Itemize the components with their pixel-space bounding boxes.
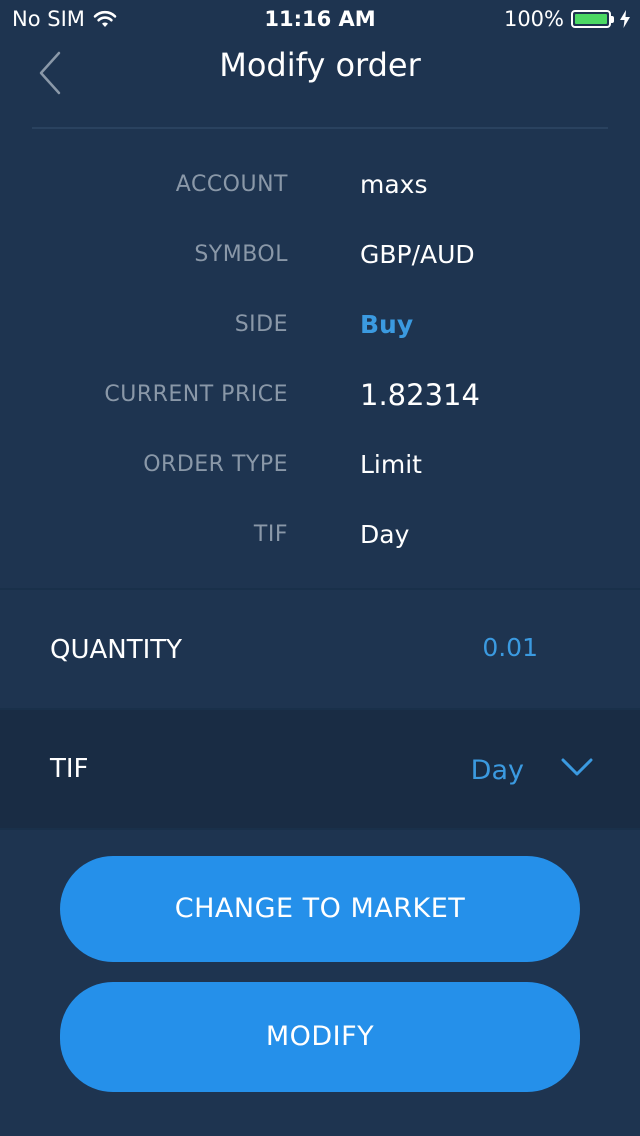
page-title: Modify order (219, 46, 421, 84)
detail-row-symbol: SYMBOL GBP/AUD (0, 220, 640, 290)
charging-bolt-icon (620, 10, 630, 28)
detail-label: ACCOUNT (175, 172, 288, 197)
quantity-field[interactable]: QUANTITY 0.01 (0, 590, 640, 708)
status-bar: No SIM 11:16 AM 100% (0, 0, 640, 40)
detail-label: CURRENT PRICE (104, 382, 288, 407)
detail-row-current-price: CURRENT PRICE 1.82314 (0, 360, 640, 430)
detail-value-price: 1.82314 (360, 378, 480, 412)
detail-value: maxs (360, 170, 428, 199)
tif-selected-value[interactable]: Day (471, 710, 524, 828)
detail-value-side: Buy (360, 310, 414, 339)
battery-percent: 100% (503, 7, 564, 31)
detail-row-tif: TIF Day (0, 500, 640, 570)
navigation-bar: Modify order (0, 40, 640, 128)
quantity-label: QUANTITY (50, 635, 183, 665)
detail-value: Limit (360, 450, 422, 479)
quantity-input[interactable]: 0.01 (482, 590, 538, 708)
battery-icon (571, 10, 614, 28)
detail-label: SIDE (234, 312, 288, 337)
detail-row-account: ACCOUNT maxs (0, 150, 640, 220)
detail-value: Day (360, 520, 410, 549)
modify-button[interactable]: MODIFY (60, 982, 580, 1092)
nav-divider (32, 127, 608, 129)
detail-label: TIF (253, 522, 288, 547)
detail-label: SYMBOL (194, 242, 288, 267)
chevron-down-icon[interactable] (560, 755, 594, 779)
change-to-market-button[interactable]: CHANGE TO MARKET (60, 856, 580, 962)
detail-row-side: SIDE Buy (0, 290, 640, 360)
tif-label: TIF (50, 754, 89, 784)
section-divider (0, 828, 640, 830)
detail-label: ORDER TYPE (143, 452, 288, 477)
tif-select[interactable]: TIF Day (0, 710, 640, 828)
detail-value: GBP/AUD (360, 240, 475, 269)
battery-info: 100% (504, 7, 630, 31)
detail-row-order-type: ORDER TYPE Limit (0, 430, 640, 500)
